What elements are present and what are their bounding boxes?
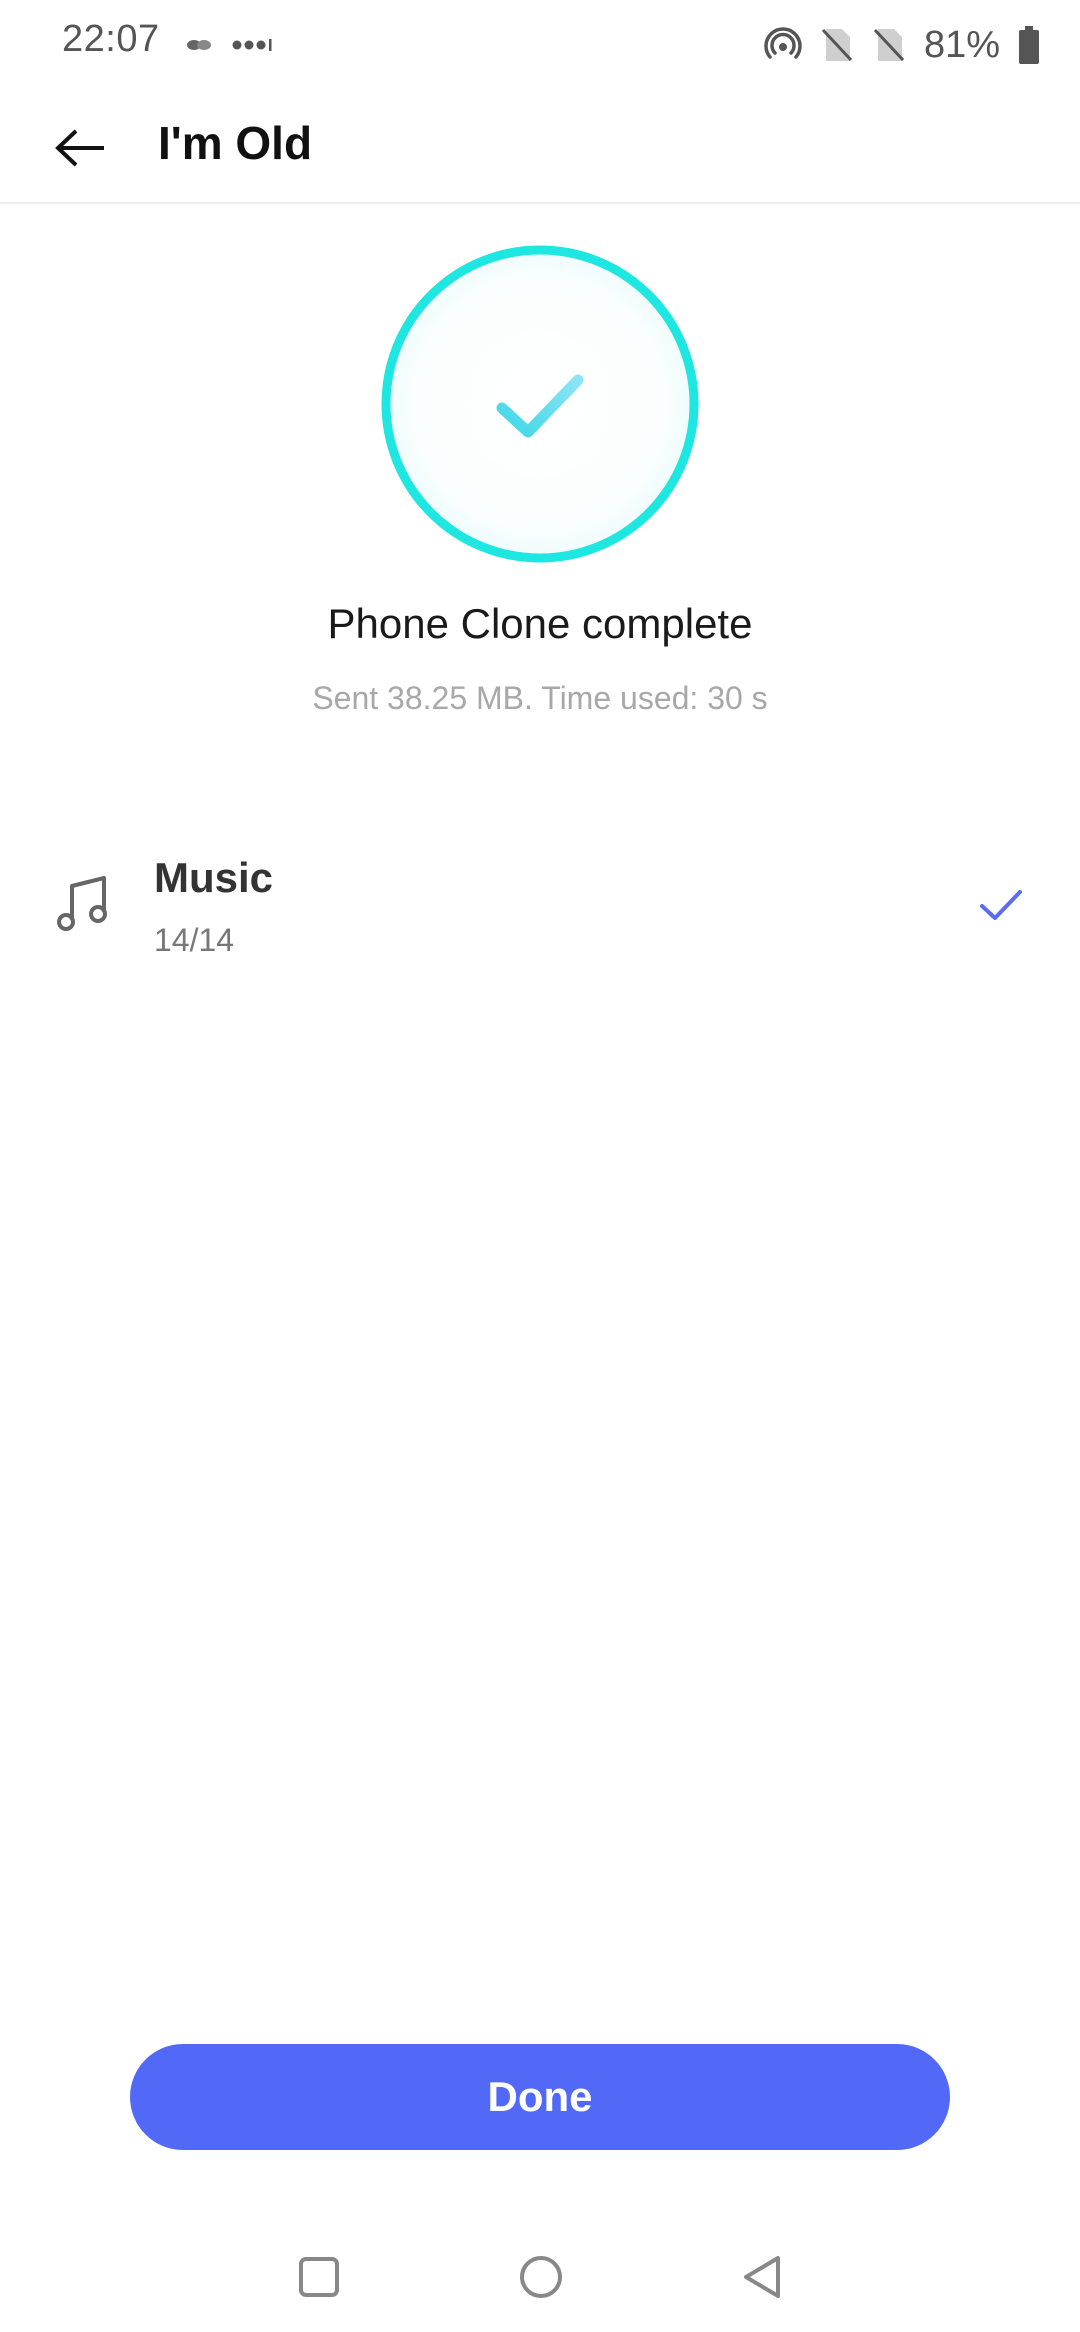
home-button[interactable] (506, 2242, 576, 2312)
back-triangle-icon (744, 2256, 780, 2298)
home-icon (520, 2256, 562, 2298)
check-icon (980, 890, 1022, 920)
no-sim-icon (821, 28, 853, 62)
item-title: Music (154, 854, 274, 901)
status-time: 22:07 (62, 18, 160, 60)
app-bar: I'm Old (0, 92, 1080, 204)
no-sim-icon (873, 28, 905, 62)
navigation-bar (0, 2220, 1080, 2332)
recent-apps-icon (299, 2257, 339, 2297)
item-count: 14/14 (154, 922, 235, 958)
back-button[interactable] (40, 108, 120, 188)
check-circle-icon (381, 245, 699, 563)
status-right-icons: 81% (764, 18, 1040, 72)
status-left-icons (186, 30, 274, 60)
music-note-icon (57, 876, 107, 931)
battery-icon (1019, 26, 1039, 64)
complete-title: Phone Clone complete (327, 600, 753, 647)
more-dots-icon (232, 39, 272, 51)
link-icon (187, 40, 211, 50)
page-title: I'm Old (158, 117, 313, 169)
battery-percent: 81% (923, 23, 1000, 66)
complete-subtitle: Sent 38.25 MB. Time used: 30 s (312, 680, 768, 716)
status-bar: 22:07 81% (0, 0, 1080, 92)
hotspot-icon (764, 27, 802, 59)
list-item-music: Music 14/14 (0, 840, 1080, 980)
recent-apps-button[interactable] (284, 2242, 354, 2312)
done-button[interactable]: Done (130, 2044, 950, 2150)
back-nav-button[interactable] (728, 2242, 798, 2312)
arrow-left-icon (55, 129, 104, 167)
